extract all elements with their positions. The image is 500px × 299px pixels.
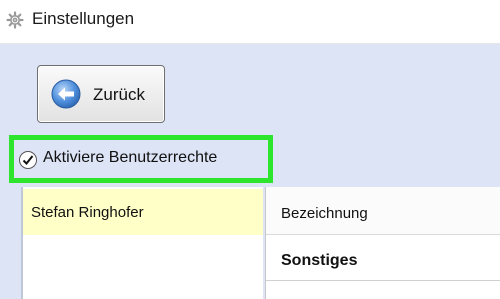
arrow-left-icon: [51, 79, 81, 109]
user-name: Stefan Ringhofer: [31, 204, 144, 221]
bezeichnung-label: Bezeichnung: [281, 205, 368, 222]
title-bar: Einstellungen: [0, 0, 500, 44]
settings-panel: Zurück Aktiviere Benutzerrechte Stefan R…: [0, 44, 500, 299]
bezeichnung-row[interactable]: Bezeichnung: [266, 187, 500, 235]
section-header-sonstiges: Sonstiges: [281, 252, 358, 269]
permissions-checkbox-label[interactable]: Aktiviere Benutzerrechte: [43, 149, 217, 167]
permissions-checkbox[interactable]: [19, 151, 37, 169]
gear-icon: [6, 11, 24, 29]
window-title: Einstellungen: [32, 9, 135, 28]
checkmark-icon: [22, 155, 34, 165]
divider: [266, 280, 500, 281]
user-list: Stefan Ringhofer: [21, 187, 263, 299]
list-item-user[interactable]: Stefan Ringhofer: [23, 189, 263, 235]
back-button-label: Zurück: [93, 85, 145, 104]
back-button[interactable]: Zurück: [37, 65, 165, 123]
details-panel: Bezeichnung Sonstiges: [265, 187, 500, 299]
